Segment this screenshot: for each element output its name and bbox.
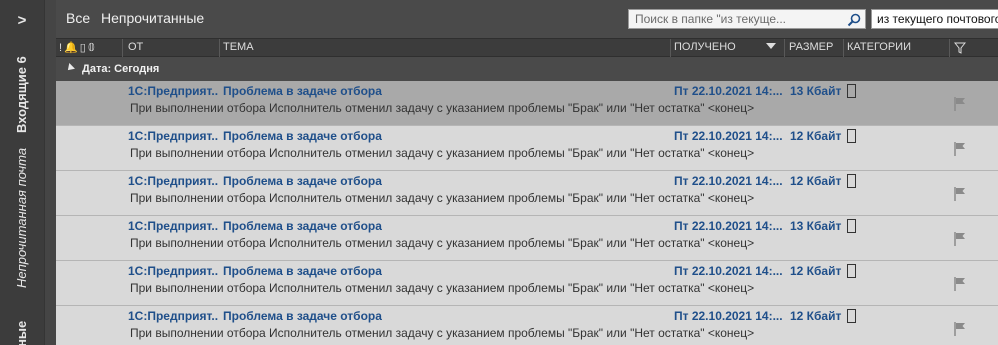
message-subject: Проблема в задаче отбора	[223, 129, 382, 143]
folder-rail: > Входящие 6 Непрочитанная почта енные	[0, 0, 44, 345]
category-box[interactable]	[847, 219, 856, 233]
message-preview: При выполнении отбора Исполнитель отмени…	[130, 191, 755, 205]
search-placeholder: Поиск в папке "из текуще...	[635, 12, 786, 26]
column-divider[interactable]	[122, 39, 123, 57]
category-box[interactable]	[847, 309, 856, 323]
attachment-icon[interactable]: 𝟘	[88, 42, 97, 54]
rail-saved-folder[interactable]: енные	[14, 321, 29, 345]
flag-icon[interactable]	[953, 186, 967, 202]
message-date: Пт 22.10.2021 14:...	[674, 174, 783, 188]
message-row[interactable]: 1С:Предприят... Проблема в задаче отбора…	[56, 216, 998, 261]
message-preview: При выполнении отбора Исполнитель отмени…	[130, 326, 755, 340]
message-date: Пт 22.10.2021 14:...	[674, 84, 783, 98]
message-date: Пт 22.10.2021 14:...	[674, 219, 783, 233]
category-box[interactable]	[847, 129, 856, 143]
message-row[interactable]: 1С:Предприят... Проблема в задаче отбора…	[56, 261, 998, 306]
message-from: 1С:Предприят...	[128, 129, 218, 143]
search-scope-dropdown[interactable]: из текущего почтового ящика	[871, 9, 998, 29]
message-from: 1С:Предприят...	[128, 84, 218, 98]
message-date: Пт 22.10.2021 14:...	[674, 129, 783, 143]
rail-separator	[44, 0, 56, 345]
flag-icon[interactable]	[953, 276, 967, 292]
category-box[interactable]	[847, 174, 856, 188]
message-size: 12 Кбайт	[790, 174, 842, 188]
column-subject[interactable]: ТЕМА	[223, 41, 254, 53]
message-subject: Проблема в задаче отбора	[223, 264, 382, 278]
rail-unread-folder[interactable]: Непрочитанная почта	[14, 148, 29, 288]
message-size: 13 Кбайт	[790, 84, 842, 98]
column-divider[interactable]	[670, 39, 671, 57]
list-toolbar: Все Непрочитанные Поиск в папке "из теку…	[56, 0, 998, 38]
column-header: !🔔▯𝟘 ОТ ТЕМА ПОЛУЧЕНО РАЗМЕР КАТЕГОРИИ	[56, 38, 998, 57]
message-list: 1С:Предприят... Проблема в задаче отбора…	[56, 81, 998, 345]
message-subject: Проблема в задаче отбора	[223, 219, 382, 233]
group-label: Дата: Сегодня	[82, 63, 160, 75]
filter-all-tab[interactable]: Все	[66, 10, 90, 26]
column-received[interactable]: ПОЛУЧЕНО	[674, 41, 736, 53]
flag-icon[interactable]	[953, 321, 967, 337]
column-divider[interactable]	[784, 39, 785, 57]
message-from: 1С:Предприят...	[128, 174, 218, 188]
rail-inbox-folder[interactable]: Входящие 6	[14, 56, 29, 133]
category-box[interactable]	[847, 84, 856, 98]
column-size[interactable]: РАЗМЕР	[789, 41, 833, 53]
filter-unread-tab[interactable]: Непрочитанные	[101, 10, 204, 26]
column-from[interactable]: ОТ	[128, 41, 143, 53]
flag-icon[interactable]	[953, 231, 967, 247]
message-size: 12 Кбайт	[790, 129, 842, 143]
mail-app: > Входящие 6 Непрочитанная почта енные В…	[0, 0, 998, 345]
column-divider[interactable]	[949, 39, 950, 57]
header-icons[interactable]: !🔔▯𝟘	[59, 41, 97, 54]
message-from: 1С:Предприят...	[128, 309, 218, 323]
message-subject: Проблема в задаче отбора	[223, 84, 382, 98]
group-header-today[interactable]: Дата: Сегодня	[56, 58, 998, 81]
message-subject: Проблема в задаче отбора	[223, 174, 382, 188]
message-row[interactable]: 1С:Предприят... Проблема в задаче отбора…	[56, 171, 998, 216]
message-preview: При выполнении отбора Исполнитель отмени…	[130, 236, 755, 250]
column-divider[interactable]	[219, 39, 220, 57]
message-date: Пт 22.10.2021 14:...	[674, 264, 783, 278]
flag-column-icon[interactable]	[954, 42, 966, 54]
category-box[interactable]	[847, 264, 856, 278]
flag-icon[interactable]	[953, 96, 967, 112]
message-row[interactable]: 1С:Предприят... Проблема в задаче отбора…	[56, 306, 998, 345]
expand-pane-chevron-icon[interactable]: >	[0, 6, 44, 36]
message-date: Пт 22.10.2021 14:...	[674, 309, 783, 323]
message-size: 12 Кбайт	[790, 309, 842, 323]
message-from: 1С:Предприят...	[128, 219, 218, 233]
flag-icon[interactable]	[953, 141, 967, 157]
collapse-group-icon[interactable]	[65, 63, 75, 73]
column-divider[interactable]	[843, 39, 844, 57]
message-row[interactable]: 1С:Предприят... Проблема в задаче отбора…	[56, 126, 998, 171]
search-scope-value: из текущего почтового ящика	[877, 12, 998, 26]
message-preview: При выполнении отбора Исполнитель отмени…	[130, 101, 755, 115]
message-subject: Проблема в задаче отбора	[223, 309, 382, 323]
search-icon[interactable]	[847, 13, 861, 27]
column-categories[interactable]: КАТЕГОРИИ	[847, 41, 911, 53]
message-from: 1С:Предприят...	[128, 264, 218, 278]
search-input[interactable]: Поиск в папке "из текуще...	[628, 9, 866, 29]
message-row[interactable]: 1С:Предприят... Проблема в задаче отбора…	[56, 81, 998, 126]
reminder-bell-icon[interactable]: 🔔	[64, 42, 80, 54]
message-size: 13 Кбайт	[790, 219, 842, 233]
message-preview: При выполнении отбора Исполнитель отмени…	[130, 281, 755, 295]
message-size: 12 Кбайт	[790, 264, 842, 278]
message-preview: При выполнении отбора Исполнитель отмени…	[130, 146, 755, 160]
sort-descending-icon[interactable]	[766, 43, 776, 49]
document-icon[interactable]: ▯	[80, 42, 88, 54]
